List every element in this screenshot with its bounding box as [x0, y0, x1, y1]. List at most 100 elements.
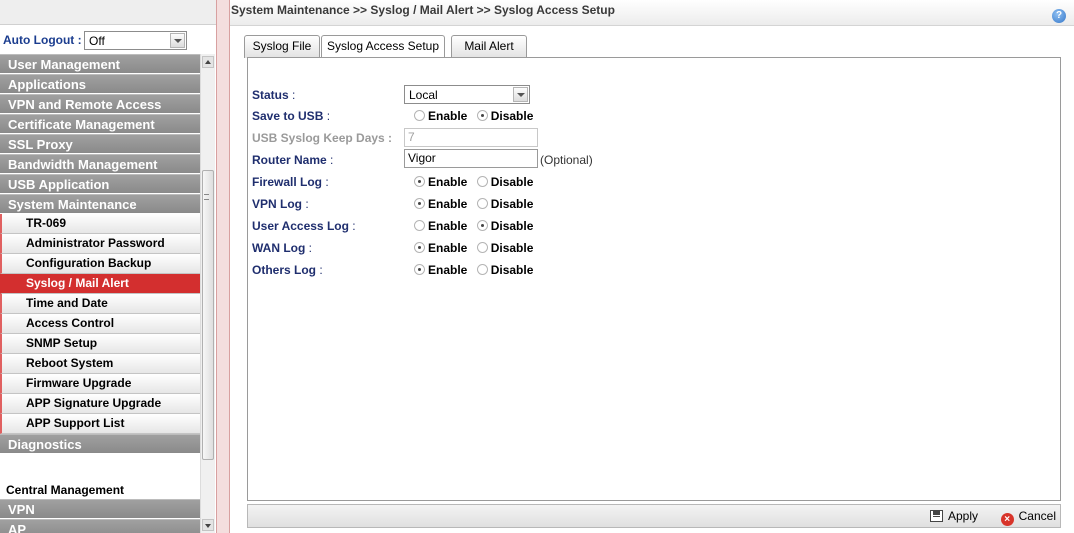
usb-keep-days-row: USB Syslog Keep Days :: [248, 128, 1048, 148]
save-to-usb-options: Enable Disable: [414, 109, 539, 123]
vpn-log-row: VPN Log : Enable Disable: [248, 194, 1048, 214]
breadcrumb-bar: System Maintenance >> Syslog / Mail Aler…: [230, 0, 1074, 26]
menu-group-bandwidth-management[interactable]: Bandwidth Management: [0, 154, 200, 174]
save-to-usb-disable-radio[interactable]: [476, 110, 488, 121]
sidebar-scrollbar[interactable]: [200, 54, 215, 533]
cancel-icon: ×: [1000, 513, 1014, 526]
sidebar-top-strip: [0, 0, 216, 25]
save-to-usb-row: Save to USB : Enable Disable: [248, 106, 1048, 126]
menu-spacer: [0, 454, 200, 482]
save-to-usb-enable-label: Enable: [428, 109, 468, 123]
vpn-log-options: Enable Disable: [414, 197, 539, 211]
firewall-log-disable-radio[interactable]: [476, 176, 488, 187]
auto-logout-select[interactable]: Off: [84, 31, 187, 50]
sidebar-item-app-support-list[interactable]: APP Support List: [0, 414, 200, 434]
sidebar: Auto Logout : Off User Management Applica…: [0, 0, 216, 533]
save-to-usb-label: Save to USB :: [252, 109, 331, 123]
wan-log-enable-label: Enable: [428, 241, 468, 255]
frame-divider[interactable]: [216, 0, 230, 533]
user-access-log-disable-radio[interactable]: [476, 220, 488, 231]
vpn-log-enable-label: Enable: [428, 197, 468, 211]
save-to-usb-enable-radio[interactable]: [414, 110, 425, 121]
firewall-log-enable-radio[interactable]: [414, 176, 425, 187]
menu-group-certificate-management[interactable]: Certificate Management: [0, 114, 200, 134]
wan-log-row: WAN Log : Enable Disable: [248, 238, 1048, 258]
scroll-thumb[interactable]: [202, 170, 214, 460]
vpn-log-label: VPN Log :: [252, 197, 309, 211]
breadcrumb: System Maintenance >> Syslog / Mail Aler…: [231, 3, 615, 17]
settings-panel: Status : Local Save to USB : Enable Disa…: [247, 57, 1061, 501]
menu-group-vpn[interactable]: VPN: [0, 499, 200, 519]
wan-log-disable-label: Disable: [490, 241, 534, 255]
tab-syslog-access-setup[interactable]: Syslog Access Setup: [321, 35, 445, 59]
menu-group-vpn-and-remote-access[interactable]: VPN and Remote Access: [0, 94, 200, 114]
save-icon: [929, 510, 943, 522]
status-value: Local: [409, 88, 438, 102]
sidebar-item-time-and-date[interactable]: Time and Date: [0, 294, 200, 314]
vpn-log-disable-radio[interactable]: [476, 198, 488, 209]
wan-log-options: Enable Disable: [414, 241, 539, 255]
save-to-usb-disable-label: Disable: [490, 109, 534, 123]
auto-logout-value: Off: [89, 34, 105, 48]
others-log-label: Others Log :: [252, 263, 323, 277]
scroll-up-arrow-icon[interactable]: [202, 56, 214, 68]
usb-keep-days-input[interactable]: 7: [404, 128, 538, 147]
vpn-log-enable-radio[interactable]: [414, 198, 425, 209]
sidebar-item-access-control[interactable]: Access Control: [0, 314, 200, 334]
router-name-hint: (Optional): [540, 153, 593, 167]
usb-keep-days-label: USB Syslog Keep Days :: [252, 131, 393, 145]
router-name-label: Router Name :: [252, 153, 334, 167]
menu-group-usb-application[interactable]: USB Application: [0, 174, 200, 194]
others-log-enable-label: Enable: [428, 263, 468, 277]
menu-group-applications[interactable]: Applications: [0, 74, 200, 94]
cancel-button[interactable]: × Cancel: [1000, 509, 1056, 526]
router-name-row: Router Name : (Optional): [248, 150, 1048, 170]
wan-log-enable-radio[interactable]: [414, 242, 425, 253]
user-access-log-enable-label: Enable: [428, 219, 468, 233]
others-log-disable-label: Disable: [490, 263, 534, 277]
chevron-down-icon[interactable]: [170, 33, 185, 48]
menu-group-ssl-proxy[interactable]: SSL Proxy: [0, 134, 200, 154]
sidebar-item-reboot-system[interactable]: Reboot System: [0, 354, 200, 374]
sidebar-item-administrator-password[interactable]: Administrator Password: [0, 234, 200, 254]
router-name-input[interactable]: Vigor: [404, 149, 538, 168]
vpn-log-disable-label: Disable: [490, 197, 534, 211]
others-log-options: Enable Disable: [414, 263, 539, 277]
others-log-row: Others Log : Enable Disable: [248, 260, 1048, 280]
menu-group-user-management[interactable]: User Management: [0, 54, 200, 74]
sidebar-item-snmp-setup[interactable]: SNMP Setup: [0, 334, 200, 354]
scroll-down-arrow-icon[interactable]: [202, 519, 214, 531]
user-access-log-enable-radio[interactable]: [414, 220, 425, 231]
menu-group-diagnostics[interactable]: Diagnostics: [0, 434, 200, 454]
sidebar-item-firmware-upgrade[interactable]: Firmware Upgrade: [0, 374, 200, 394]
others-log-disable-radio[interactable]: [476, 264, 488, 275]
menu-group-system-maintenance[interactable]: System Maintenance: [0, 194, 200, 214]
sidebar-item-syslog-mail-alert[interactable]: Syslog / Mail Alert: [0, 274, 200, 294]
apply-label: Apply: [947, 509, 978, 523]
firewall-log-label: Firewall Log :: [252, 175, 329, 189]
sidebar-item-tr-069[interactable]: TR-069: [0, 214, 200, 234]
others-log-enable-radio[interactable]: [414, 264, 425, 275]
tab-syslog-file[interactable]: Syslog File: [244, 35, 320, 58]
apply-button[interactable]: Apply: [929, 509, 978, 523]
sidebar-item-configuration-backup[interactable]: Configuration Backup: [0, 254, 200, 274]
sidebar-item-app-signature-upgrade[interactable]: APP Signature Upgrade: [0, 394, 200, 414]
firewall-log-disable-label: Disable: [490, 175, 534, 189]
user-access-log-disable-label: Disable: [490, 219, 534, 233]
auto-logout-label: Auto Logout :: [3, 33, 82, 47]
menu-group-central-management[interactable]: Central Management: [0, 482, 200, 499]
tab-mail-alert[interactable]: Mail Alert: [451, 35, 527, 58]
user-access-log-options: Enable Disable: [414, 219, 539, 233]
menu-group-ap[interactable]: AP: [0, 519, 200, 533]
cancel-label: Cancel: [1018, 509, 1056, 523]
firewall-log-row: Firewall Log : Enable Disable: [248, 172, 1048, 192]
question-icon[interactable]: ?: [1052, 9, 1066, 23]
user-access-log-row: User Access Log : Enable Disable: [248, 216, 1048, 236]
status-select[interactable]: Local: [404, 85, 530, 104]
main-content: System Maintenance >> Syslog / Mail Aler…: [230, 0, 1074, 533]
user-access-log-label: User Access Log :: [252, 219, 356, 233]
chevron-down-icon[interactable]: [513, 87, 528, 102]
wan-log-disable-radio[interactable]: [476, 242, 488, 253]
status-row: Status :: [248, 85, 1048, 105]
firewall-log-enable-label: Enable: [428, 175, 468, 189]
